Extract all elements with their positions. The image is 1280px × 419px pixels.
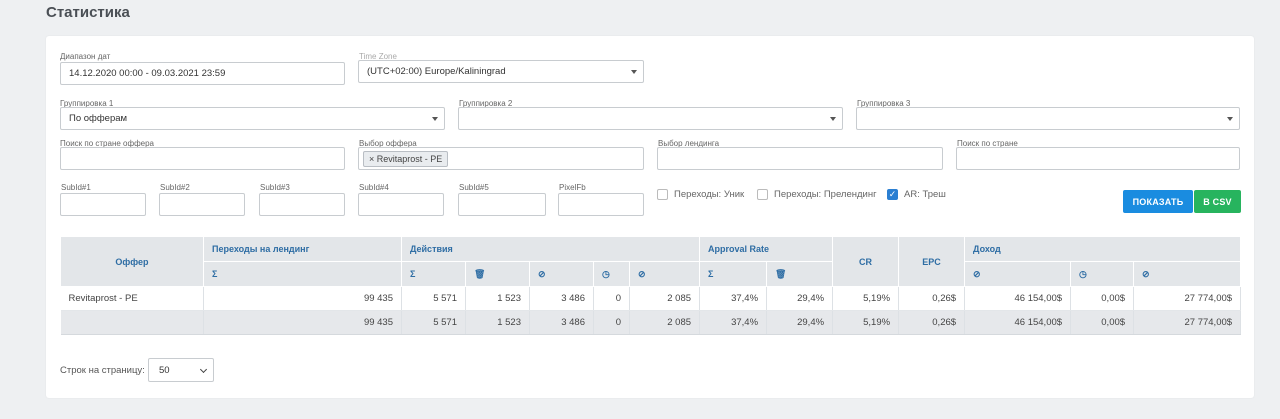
subid1-label: SubId#1: [61, 183, 91, 192]
chevron-down-icon: [199, 365, 208, 374]
clock-icon[interactable]: ◷: [1070, 261, 1135, 287]
table-cell: 46 154,00$: [964, 310, 1072, 335]
table-cell: 99 435: [203, 286, 402, 311]
table-cell: 27 774,00$: [1133, 310, 1242, 335]
table-row: Revitaprost - PE 99 435 5 571 1 523 3 48…: [60, 286, 1242, 311]
blocked-icon[interactable]: ⊘: [529, 261, 594, 287]
offer-country-input[interactable]: [60, 147, 345, 170]
col-epc[interactable]: EPC: [898, 236, 966, 287]
offer-tag[interactable]: × Revitaprost - PE: [363, 150, 449, 167]
table-cell: 27 774,00$: [1133, 286, 1242, 311]
checkbox-box[interactable]: [657, 189, 668, 200]
time-zone-select[interactable]: (UTC+02:00) Europe/Kaliningrad: [358, 60, 644, 83]
subid2-label: SubId#2: [160, 183, 190, 192]
table-cell: 37,4%: [699, 286, 768, 311]
pixelfb-input[interactable]: [558, 193, 644, 216]
col-landing-clicks: Переходы на лендинг: [203, 236, 402, 262]
group3-select[interactable]: [856, 107, 1240, 130]
caret-down-icon: [830, 117, 836, 121]
subid5-input[interactable]: [458, 193, 546, 216]
checkbox-label: AR: Треш: [904, 189, 946, 200]
subid1-input[interactable]: [60, 193, 146, 216]
caret-down-icon: [432, 117, 438, 121]
table-cell: 2 085: [629, 286, 701, 311]
rows-per-page-value: 50: [159, 364, 170, 376]
table-cell: 37,4%: [699, 310, 768, 335]
col-cr[interactable]: CR: [832, 236, 900, 287]
table-cell: 0: [593, 286, 630, 311]
table-cell: 1 523: [465, 310, 530, 335]
subid5-label: SubId#5: [459, 183, 489, 192]
pixelfb-label: PixelFb: [559, 183, 586, 192]
table-cell: 99 435: [203, 310, 402, 335]
landing-select-input[interactable]: [657, 147, 943, 170]
show-button[interactable]: ПОКАЗАТЬ: [1123, 190, 1193, 213]
table-cell: 29,4%: [766, 310, 834, 335]
sum-icon[interactable]: Σ: [401, 261, 466, 287]
table-cell: 0,00$: [1070, 286, 1135, 311]
clock-icon[interactable]: ◷: [593, 261, 630, 287]
col-approval-rate: Approval Rate: [699, 236, 834, 262]
table-cell: 0,26$: [898, 286, 966, 311]
check-circle-icon[interactable]: ⊘: [1133, 261, 1242, 287]
table-cell: 46 154,00$: [964, 286, 1072, 311]
trash-icon[interactable]: 🗑: [766, 261, 834, 287]
date-range-label: Диапазон дат: [60, 52, 111, 61]
checkbox-label: Переходы: Прелендинг: [774, 189, 877, 200]
col-actions: Действия: [400, 236, 701, 262]
table-cell: 29,4%: [766, 286, 834, 311]
blocked-icon[interactable]: ⊘: [964, 261, 1072, 287]
group1-value: По офферам: [69, 113, 128, 124]
table-cell: 3 486: [529, 286, 594, 311]
table-cell: 0,00$: [1070, 310, 1135, 335]
country-search-input[interactable]: [956, 147, 1240, 170]
caret-down-icon: [631, 70, 637, 74]
offer-select-input[interactable]: × Revitaprost - PE: [358, 147, 644, 170]
sum-icon[interactable]: Σ: [699, 261, 768, 287]
offer-name-cell: Revitaprost - PE: [60, 286, 204, 311]
stats-table: Оффер Переходы на лендинг Действия Appro…: [60, 236, 1242, 335]
filters-card: [46, 36, 1254, 398]
table-cell: 5 571: [401, 310, 466, 335]
table-cell: 5,19%: [832, 310, 900, 335]
subid3-label: SubId#3: [260, 183, 290, 192]
table-total-row: 99 435 5 571 1 523 3 486 0 2 085 37,4% 2…: [60, 310, 1242, 335]
checkbox-box[interactable]: [757, 189, 768, 200]
rows-per-page-select[interactable]: 50: [148, 358, 214, 382]
checkbox-prelanding-clicks[interactable]: Переходы: Прелендинг: [757, 189, 877, 200]
date-range-input[interactable]: 14.12.2020 00:00 - 09.03.2021 23:59: [60, 62, 345, 85]
table-cell: 1 523: [465, 286, 530, 311]
total-name-cell: [60, 310, 204, 335]
time-zone-value: (UTC+02:00) Europe/Kaliningrad: [367, 66, 506, 77]
csv-button[interactable]: В CSV: [1194, 190, 1241, 213]
col-income: Доход: [964, 236, 1242, 262]
subid4-input[interactable]: [358, 193, 444, 216]
subid4-label: SubId#4: [359, 183, 389, 192]
group2-select[interactable]: [458, 107, 843, 130]
checkbox-unique-clicks[interactable]: Переходы: Уник: [657, 189, 744, 200]
table-cell: 5,19%: [832, 286, 900, 311]
checkbox-ar-trash[interactable]: ✓ AR: Треш: [887, 189, 946, 200]
table-cell: 2 085: [629, 310, 701, 335]
subid2-input[interactable]: [159, 193, 245, 216]
subid3-input[interactable]: [259, 193, 345, 216]
check-icon[interactable]: ✓: [887, 189, 898, 200]
date-range-value: 14.12.2020 00:00 - 09.03.2021 23:59: [69, 68, 226, 79]
rows-per-page-label: Строк на страницу:: [60, 365, 145, 376]
page-title: Статистика: [46, 4, 130, 21]
table-cell: 3 486: [529, 310, 594, 335]
caret-down-icon: [1227, 117, 1233, 121]
table-cell: 0: [593, 310, 630, 335]
checkbox-label: Переходы: Уник: [674, 189, 745, 200]
sum-icon[interactable]: Σ: [203, 261, 402, 287]
group1-select[interactable]: По офферам: [60, 107, 445, 130]
table-cell: 0,26$: [898, 310, 966, 335]
col-offer[interactable]: Оффер: [60, 236, 204, 287]
check-circle-icon[interactable]: ⊘: [628, 261, 701, 287]
trash-icon[interactable]: 🗑: [465, 261, 530, 287]
table-cell: 5 571: [401, 286, 466, 311]
